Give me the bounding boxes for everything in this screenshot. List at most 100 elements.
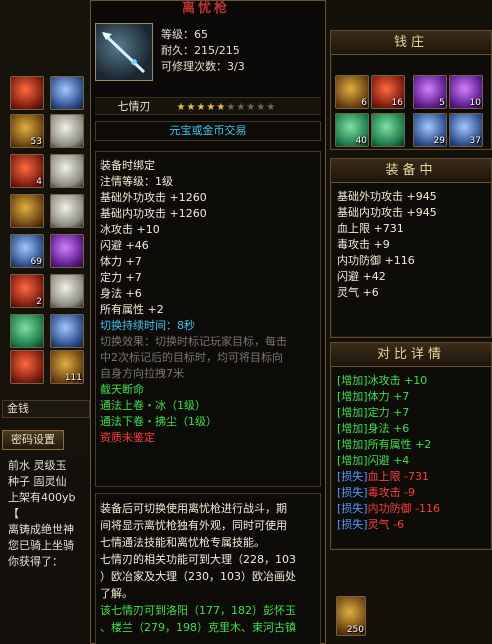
item-count: 69 — [30, 257, 42, 267]
compare-gain-row: [增加]所有属性 +2 — [331, 437, 491, 453]
item-count: 2 — [36, 297, 42, 307]
bag-slot[interactable]: 53 — [10, 114, 44, 148]
compare-tag: [损失] — [337, 470, 368, 483]
item-level: 等级：65 — [161, 28, 208, 41]
equipped-attribute-line: 内功防御 +116 — [337, 254, 415, 267]
attribute-line: 体力 +7 — [100, 255, 142, 268]
description-section: 装备后可切换使用离忧枪进行战斗，期 间将显示离忧枪独有外观，同时可使用 七情通法技能… — [95, 493, 321, 644]
bag-slot[interactable] — [50, 234, 84, 268]
bag-slot[interactable]: 69 — [10, 234, 44, 268]
compare-text: 所有属性 +2 — [367, 438, 432, 451]
description-line: 、楼兰（279，198）克里木、束河古镇 — [100, 621, 296, 634]
compare-gain-row: [增加]定力 +7 — [331, 405, 491, 421]
item-count: 53 — [30, 137, 42, 147]
item-count: 6 — [361, 98, 367, 108]
compare-text: 冰攻击 +10 — [367, 374, 428, 387]
bag-slot[interactable] — [10, 76, 44, 110]
mastery-label: 七情刃 — [117, 100, 151, 113]
description-line: 七情通法技能和离忧枪专属技能。 — [100, 536, 265, 549]
item-count: 37 — [469, 136, 481, 146]
star-empty-icon: ★ — [266, 102, 277, 113]
compare-gain-row: [增加]冰攻击 +10 — [331, 373, 491, 389]
chat-line: 你获得了： — [8, 555, 63, 568]
bank-slot[interactable]: 10 — [449, 75, 483, 109]
trade-type: 元宝或金币交易 — [95, 121, 321, 141]
compare-tag: [增加] — [337, 422, 368, 435]
attribute-line: 定力 +7 — [100, 271, 142, 284]
attribute-line: 所有属性 +2 — [100, 303, 164, 316]
bank-panel: 钱庄 6 16 5 10 40 29 37 — [330, 30, 492, 150]
compare-text: 血上限 -731 — [367, 470, 430, 483]
star-rating: ★★★★★★★★★★ — [177, 102, 277, 113]
compare-gain-row: [增加]体力 +7 — [331, 389, 491, 405]
bag-slot[interactable] — [50, 314, 84, 348]
bank-slot[interactable]: 6 — [335, 75, 369, 109]
equipped-attribute-line: 灵气 +6 — [337, 286, 379, 299]
attribute-line: 冰攻击 +10 — [100, 223, 160, 236]
attribute-line: 自身方向拉拽7米 — [100, 367, 184, 380]
password-settings-button[interactable]: 密码设置 — [2, 430, 64, 450]
item-name: 离忧枪 — [181, 1, 230, 16]
compare-gain-row: [增加]闪避 +4 — [331, 453, 491, 469]
attribute-line: 中2次标记后的目标时，均可将目标向 — [100, 351, 283, 364]
item-repairs: 可修理次数：3/3 — [161, 60, 245, 73]
compare-tag: [增加] — [337, 438, 368, 451]
bag-slot[interactable] — [50, 76, 84, 110]
bag-slot[interactable] — [50, 154, 84, 188]
compare-text: 毒攻击 -9 — [367, 486, 416, 499]
equipped-attribute-line: 基础外功攻击 +945 — [337, 190, 437, 203]
description-line: 了解。 — [100, 587, 133, 600]
mastery-row: 七情刃 ★★★★★★★★★★ — [95, 97, 321, 115]
compare-loss-row: [损失]灵气 -6 — [331, 517, 491, 533]
description-line: 间将显示离忧枪独有外观，同时可使用 — [100, 519, 287, 532]
bag-slot[interactable]: 2 — [10, 274, 44, 308]
bag-slot[interactable]: 4 — [10, 154, 44, 188]
description-line: ）欧冶家及大理（230，103）欧冶画处 — [100, 570, 296, 583]
item-stats-header: 等级：65 耐久：215/215 可修理次数：3/3 — [161, 27, 245, 75]
attribute-line: 资质未鉴定 — [100, 431, 155, 444]
bank-slot[interactable]: 250 — [336, 596, 366, 636]
bank-slot[interactable]: 37 — [449, 113, 483, 147]
bank-slot[interactable]: 29 — [413, 113, 447, 147]
bank-slot[interactable] — [371, 113, 405, 147]
attribute-line: 切换持续时间：8秒 — [100, 319, 195, 332]
bag-slot[interactable] — [50, 274, 84, 308]
star-filled-icon: ★ — [216, 102, 227, 113]
attribute-line: 闪避 +46 — [100, 239, 149, 252]
bag-slot[interactable] — [50, 114, 84, 148]
equipped-title: 装备中 — [331, 159, 491, 183]
equipped-attribute-line: 闪避 +42 — [337, 270, 386, 283]
item-durability: 耐久：215/215 — [161, 44, 240, 57]
description-line: 该七情刃可到洛阳（177，182）彭怀玉 — [100, 604, 296, 617]
item-count: 111 — [64, 373, 82, 383]
bank-slot[interactable]: 5 — [413, 75, 447, 109]
compare-panel: 对比详情 [增加]冰攻击 +10 [增加]体力 +7 [增加]定力 +7 [增加]身法… — [330, 342, 492, 550]
bag-slot[interactable] — [50, 194, 84, 228]
bag-slot[interactable] — [10, 350, 44, 384]
bank-slot[interactable]: 16 — [371, 75, 405, 109]
chat-log: 前水 灵级玉 种子 固灵仙 上架有400yb 【 离铸成绝世神 您已骑上坐骑 你… — [2, 458, 90, 644]
compare-text: 灵气 -6 — [367, 518, 405, 531]
bag-slot[interactable] — [10, 314, 44, 348]
attributes-section: 装备时绑定 注情等级：1级 基础外功攻击 +1260 基础内功攻击 +1260 冰攻击 … — [95, 151, 321, 487]
item-count: 4 — [36, 177, 42, 187]
star-filled-icon: ★ — [186, 102, 197, 113]
compare-title: 对比详情 — [331, 343, 491, 367]
item-count: 250 — [346, 625, 364, 635]
bag-panel: 53 4 69 2 111 金钱 密码设置 前水 灵级玉 种子 固灵仙 上架有4… — [0, 0, 92, 644]
attribute-line: 通法下卷・拂尘（1级） — [100, 415, 217, 428]
chat-line: 前水 灵级玉 — [8, 459, 67, 472]
compare-text: 闪避 +4 — [367, 454, 410, 467]
bag-slot[interactable] — [10, 194, 44, 228]
equipped-attribute-line: 血上限 +731 — [337, 222, 404, 235]
bank-slot[interactable]: 40 — [335, 113, 369, 147]
item-tooltip: 离忧枪 等级：65 耐久：215/215 可修理次数：3/3 七情刃 ★★★★★… — [90, 0, 326, 644]
chat-line: 您已骑上坐骑 — [8, 539, 74, 552]
item-count: 29 — [433, 136, 445, 146]
star-filled-icon: ★ — [176, 102, 187, 113]
chat-line: 【 — [8, 507, 19, 520]
bank-title: 钱庄 — [331, 31, 491, 55]
bag-slot[interactable]: 111 — [50, 350, 84, 384]
star-filled-icon: ★ — [196, 102, 207, 113]
item-count: 40 — [355, 136, 367, 146]
